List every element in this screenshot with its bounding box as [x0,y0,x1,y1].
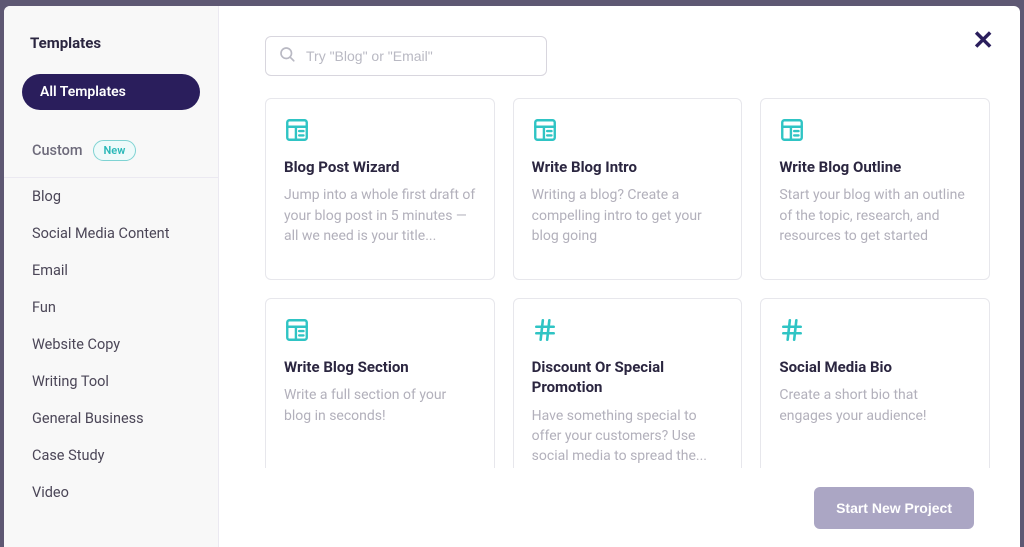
sidebar-item-email[interactable]: Email [4,252,218,289]
sidebar-title: Templates [4,6,218,74]
template-card[interactable]: Discount Or Special Promotion Have somet… [513,298,743,468]
template-card[interactable]: Social Media Bio Create a short bio that… [760,298,990,468]
document-icon [284,117,476,147]
card-desc: Create a short bio that engages your aud… [779,385,971,426]
search-input[interactable] [306,48,534,64]
sidebar-item-general-business[interactable]: General Business [4,400,218,437]
template-card[interactable]: Write Blog Section Write a full section … [265,298,495,468]
document-icon [779,117,971,147]
sidebar-item-social-media[interactable]: Social Media Content [4,215,218,252]
sidebar-item-custom[interactable]: Custom New [4,124,218,178]
card-title: Blog Post Wizard [284,157,476,177]
card-title: Write Blog Outline [779,157,971,177]
template-card[interactable]: Write Blog Intro Writing a blog? Create … [513,98,743,280]
hash-icon [532,317,724,347]
sidebar-item-fun[interactable]: Fun [4,289,218,326]
card-desc: Have something special to offer your cus… [532,406,724,467]
main-panel: ✕ Blog Post Wizard Jump int [219,6,1020,547]
card-title: Write Blog Section [284,357,476,377]
card-desc: Writing a blog? Create a compelling intr… [532,185,724,246]
card-title: Discount Or Special Promotion [532,357,724,398]
new-badge: New [93,140,137,161]
category-list: Blog Social Media Content Email Fun Webs… [4,178,218,511]
template-card[interactable]: Write Blog Outline Start your blog with … [760,98,990,280]
card-title: Social Media Bio [779,357,971,377]
hash-icon [779,317,971,347]
sidebar-item-case-study[interactable]: Case Study [4,437,218,474]
template-grid: Blog Post Wizard Jump into a whole first… [265,98,990,468]
template-grid-scroll[interactable]: Blog Post Wizard Jump into a whole first… [265,98,1002,468]
sidebar-item-all-templates[interactable]: All Templates [22,74,200,110]
start-new-project-button[interactable]: Start New Project [814,487,974,529]
search-box[interactable] [265,36,547,76]
close-icon[interactable]: ✕ [972,28,994,54]
search-icon [278,45,296,67]
card-desc: Start your blog with an outline of the t… [779,185,971,246]
card-desc: Jump into a whole first draft of your bl… [284,185,476,246]
document-icon [532,117,724,147]
card-desc: Write a full section of your blog in sec… [284,385,476,426]
template-card[interactable]: Blog Post Wizard Jump into a whole first… [265,98,495,280]
sidebar-item-video[interactable]: Video [4,474,218,511]
templates-modal: Templates All Templates Custom New Blog … [4,6,1020,547]
document-icon [284,317,476,347]
sidebar: Templates All Templates Custom New Blog … [4,6,219,547]
card-title: Write Blog Intro [532,157,724,177]
sidebar-item-website-copy[interactable]: Website Copy [4,326,218,363]
sidebar-item-blog[interactable]: Blog [4,178,218,215]
sidebar-item-writing-tool[interactable]: Writing Tool [4,363,218,400]
sidebar-custom-label: Custom [32,142,83,159]
